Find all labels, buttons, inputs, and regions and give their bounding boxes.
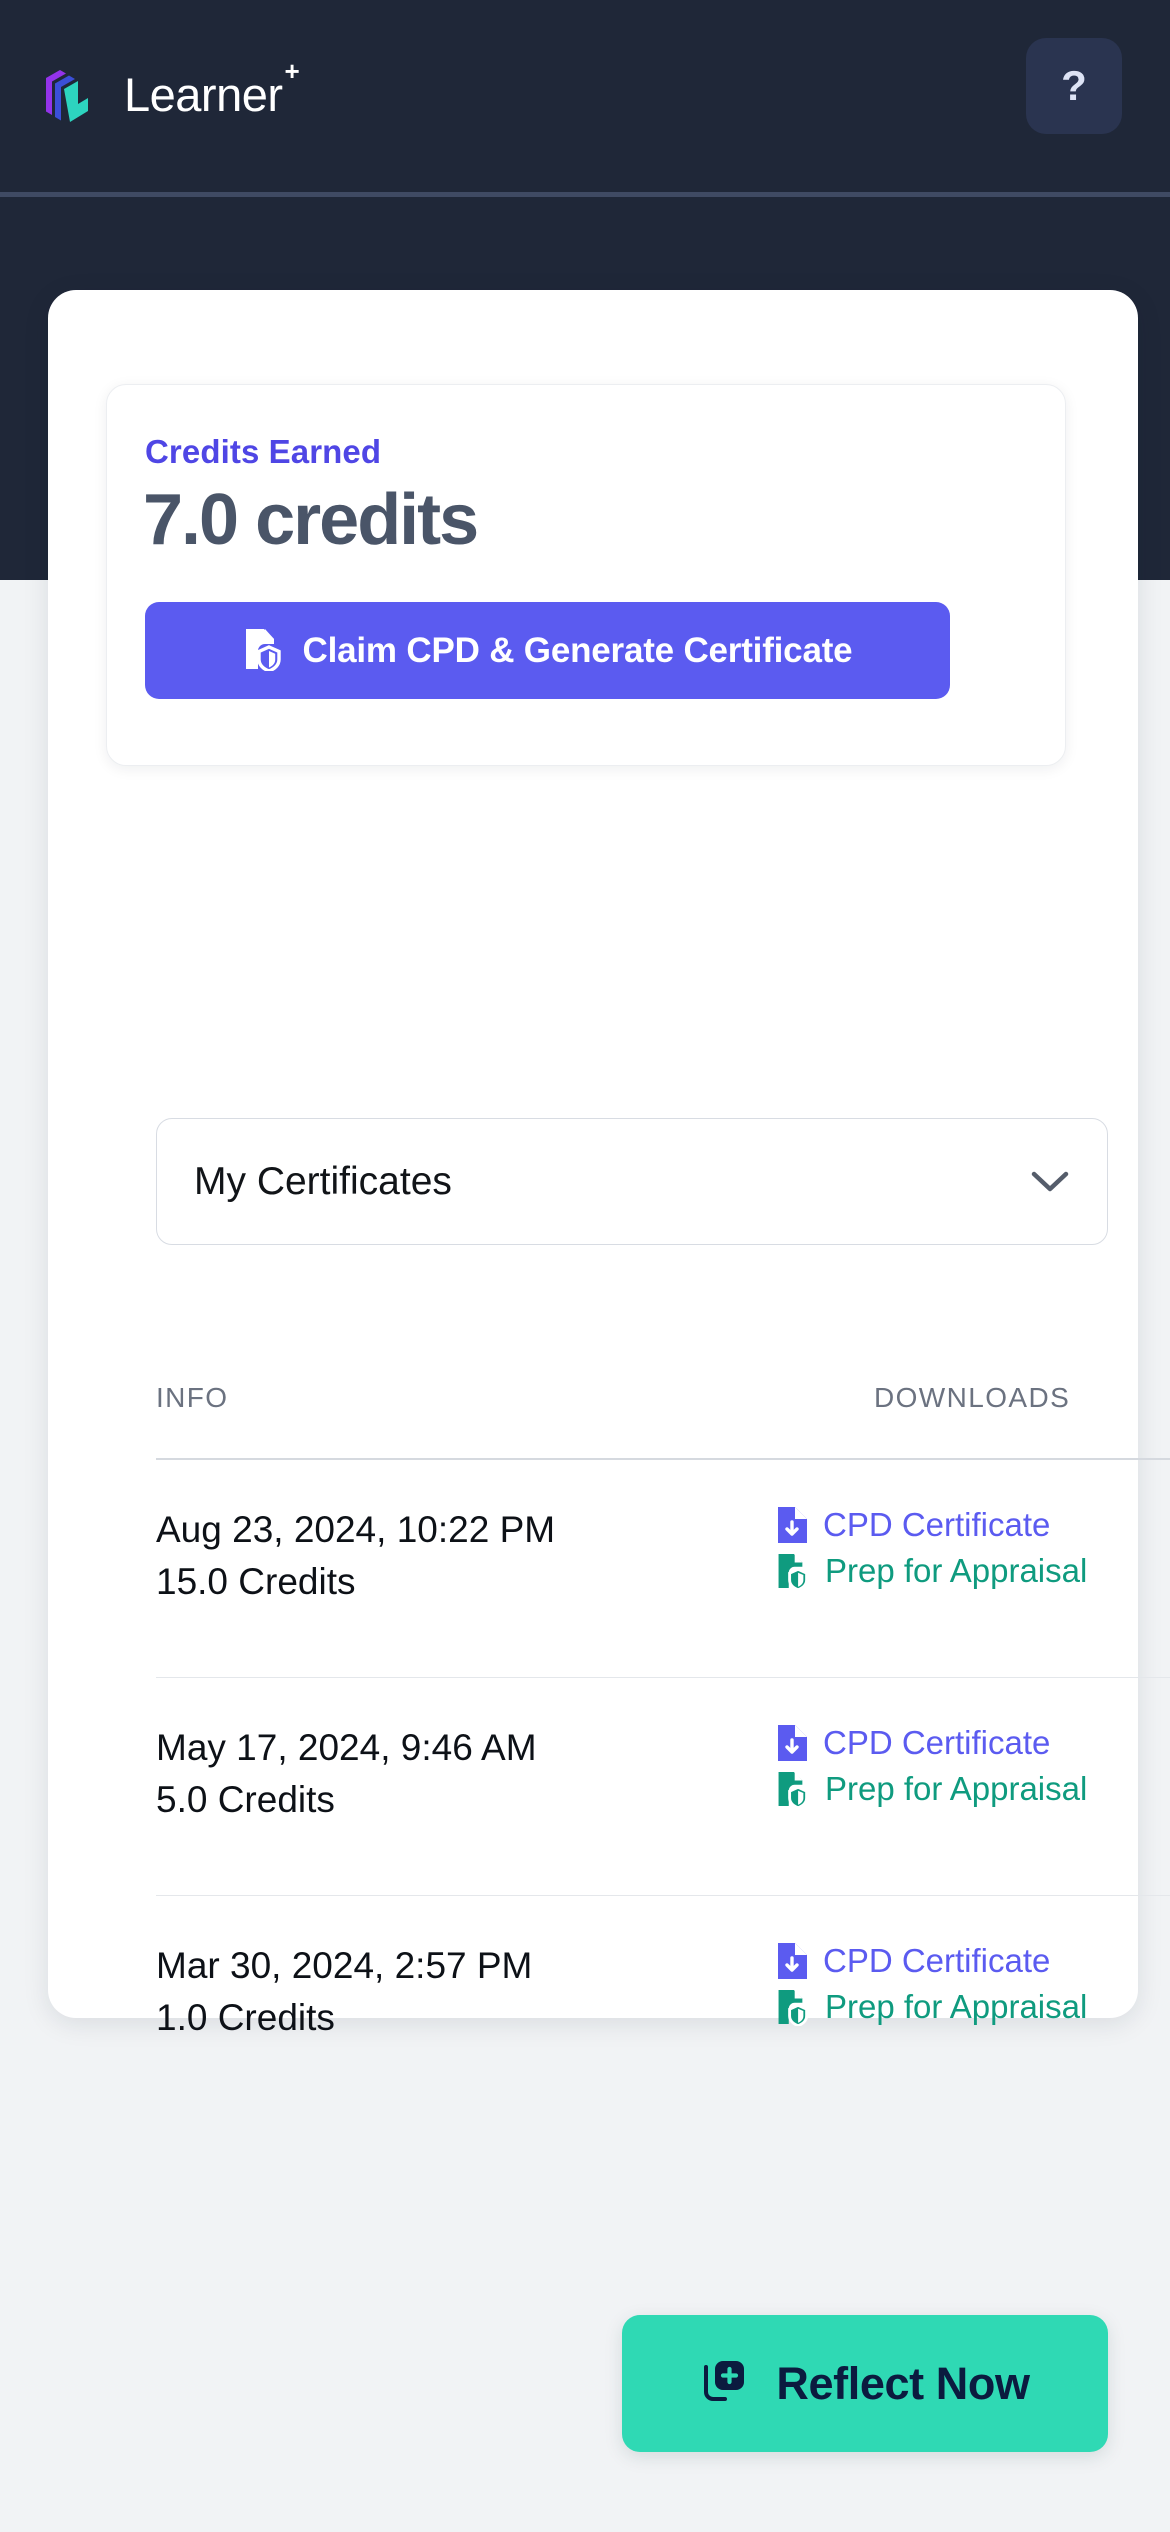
download-link-label: Prep for Appraisal	[825, 1988, 1088, 2025]
row-date: May 17, 2024, 9:46 AM	[156, 1727, 537, 1768]
row-info-cell: May 17, 2024, 9:46 AM 5.0 Credits	[156, 1726, 537, 1821]
reflect-now-button[interactable]: Reflect Now	[622, 2315, 1108, 2452]
row-downloads-cell: CPD Certificate Prep for Appraisal	[776, 1506, 1087, 1590]
file-download-icon	[776, 1724, 808, 1762]
row-credits: 15.0 Credits	[156, 1560, 356, 1602]
table-header-row: INFO DOWNLOADS	[156, 1338, 1170, 1460]
brand-superscript: +	[284, 55, 300, 86]
help-button[interactable]: ?	[1026, 38, 1122, 134]
learner-plus-logo-icon	[44, 58, 98, 130]
row-info-cell: Aug 23, 2024, 10:22 PM 15.0 Credits	[156, 1508, 555, 1603]
file-download-icon	[776, 1506, 808, 1544]
cpd-certificate-download-link[interactable]: CPD Certificate	[776, 1506, 1050, 1544]
row-credits: 5.0 Credits	[156, 1778, 335, 1820]
certificates-select[interactable]: My Certificates	[156, 1118, 1108, 1245]
app-root: Learner+ ? Credits Earned 7.0 credits Cl…	[0, 0, 1170, 2532]
certificates-panel: Credits Earned 7.0 credits Claim CPD & G…	[48, 290, 1170, 2038]
file-shield-icon	[776, 1552, 810, 1590]
certificates-table: INFO DOWNLOADS Aug 23, 2024, 10:22 PM 15…	[156, 1338, 1170, 2114]
column-header-downloads: DOWNLOADS	[874, 1382, 1071, 1413]
table-row: Aug 23, 2024, 10:22 PM 15.0 Credits CPD …	[156, 1460, 1170, 1678]
top-app-bar: Learner+ ?	[0, 0, 1170, 192]
row-downloads-cell: CPD Certificate Prep for Appraisal	[776, 1724, 1087, 1808]
column-header-info: INFO	[156, 1382, 229, 1413]
download-link-label: Prep for Appraisal	[825, 1552, 1088, 1589]
download-link-label: CPD Certificate	[823, 1724, 1051, 1761]
download-link-label: CPD Certificate	[823, 1506, 1051, 1543]
credits-earned-card: Credits Earned 7.0 credits Claim CPD & G…	[106, 384, 1066, 766]
row-date: Aug 23, 2024, 10:22 PM	[156, 1509, 556, 1550]
file-shield-icon	[243, 627, 283, 674]
certificates-select-value: My Certificates	[194, 1159, 452, 1203]
row-info-cell: Mar 30, 2024, 2:57 PM 1.0 Credits	[156, 1944, 532, 2039]
header-divider	[0, 192, 1170, 197]
row-downloads-cell: CPD Certificate Prep for Appraisal	[776, 1942, 1087, 2026]
add-note-icon	[700, 2357, 750, 2410]
file-shield-icon	[776, 1770, 810, 1808]
row-date: Mar 30, 2024, 2:57 PM	[156, 1945, 533, 1986]
brand-logo: Learner+	[44, 55, 300, 130]
brand-name: Learner+	[124, 55, 300, 121]
download-link-label: Prep for Appraisal	[825, 1770, 1088, 1807]
reflect-now-label: Reflect Now	[776, 2357, 1030, 2409]
credits-earned-label: Credits Earned	[145, 433, 382, 470]
claim-cpd-generate-certificate-button[interactable]: Claim CPD & Generate Certificate	[145, 602, 950, 699]
cpd-certificate-download-link[interactable]: CPD Certificate	[776, 1942, 1050, 1980]
row-credits: 1.0 Credits	[156, 1996, 335, 2038]
file-download-icon	[776, 1942, 808, 1980]
file-shield-icon	[776, 1988, 810, 2026]
credits-earned-value: 7.0 credits	[143, 480, 479, 560]
prep-for-appraisal-link[interactable]: Prep for Appraisal	[776, 1552, 1087, 1590]
cpd-certificate-download-link[interactable]: CPD Certificate	[776, 1724, 1050, 1762]
chevron-down-icon	[1031, 1170, 1069, 1194]
claim-button-label: Claim CPD & Generate Certificate	[302, 630, 853, 670]
table-row: May 17, 2024, 9:46 AM 5.0 Credits CPD Ce…	[156, 1678, 1170, 1896]
prep-for-appraisal-link[interactable]: Prep for Appraisal	[776, 1770, 1087, 1808]
download-link-label: CPD Certificate	[823, 1942, 1051, 1979]
table-row: Mar 30, 2024, 2:57 PM 1.0 Credits CPD Ce…	[156, 1896, 1170, 2114]
prep-for-appraisal-link[interactable]: Prep for Appraisal	[776, 1988, 1087, 2026]
